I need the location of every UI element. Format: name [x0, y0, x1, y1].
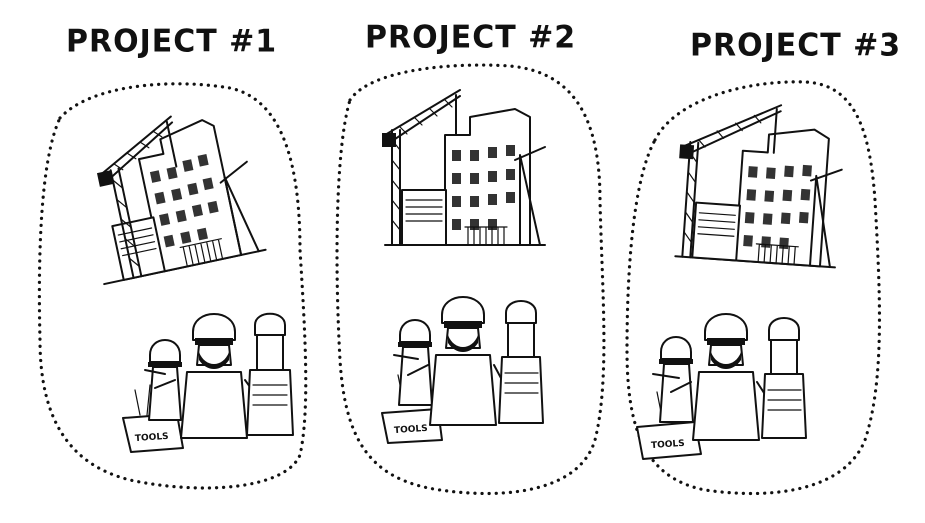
project-3-worker-left [652, 336, 694, 423]
project-1-workers: TOOLS [122, 312, 294, 453]
project-3-workers: TOOLS [636, 313, 807, 460]
project-2-workers: TOOLS [381, 296, 544, 444]
project-2-worker-left [393, 319, 433, 406]
project-3-construction-site [674, 104, 843, 269]
project-1-panel: PROJECT #1 TOOLS [0, 0, 310, 523]
project-1-worker-left [144, 339, 182, 421]
project-3-panel: PROJECT #3 TOOLS [615, 0, 925, 523]
project-3-worker-right [761, 317, 807, 439]
project-2-panel: PROJECT #2 TOOLS [310, 0, 620, 523]
project-1-illustration: TOOLS [37, 82, 308, 490]
project-1-worker-right [246, 312, 294, 436]
project-3-illustration: TOOLS [625, 80, 882, 496]
project-2-construction-site [382, 89, 546, 246]
project-2-illustration: TOOLS [335, 63, 606, 496]
project-1-construction-site [96, 115, 267, 286]
project-2-worker-right [498, 300, 544, 424]
